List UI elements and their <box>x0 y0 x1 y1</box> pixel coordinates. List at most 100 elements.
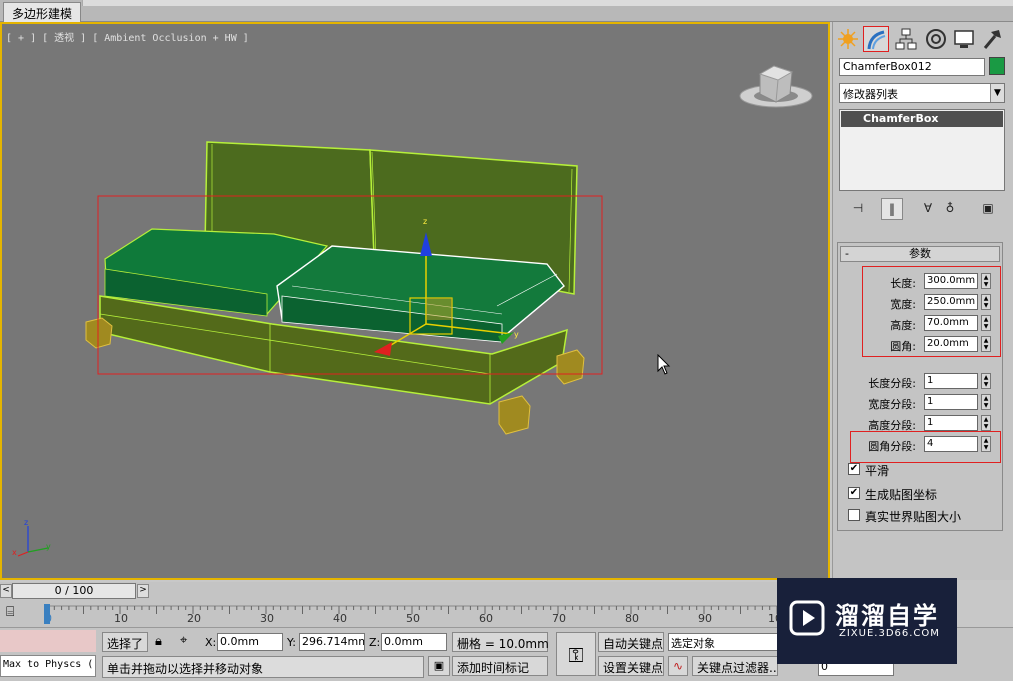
default-tangent-icon[interactable]: ∿ <box>668 656 688 676</box>
tick-label: 50 <box>406 612 420 625</box>
nav-axis-z: z <box>24 518 29 527</box>
hierarchy-icon[interactable] <box>893 26 919 52</box>
time-slider-thumb[interactable]: 0 / 100 <box>12 583 136 599</box>
spinner-icon[interactable]: ▲ ▼ <box>981 394 991 410</box>
set-key-button[interactable]: 设置关键点 <box>598 656 664 676</box>
show-end-result-icon[interactable]: ‖ <box>881 198 903 220</box>
command-panel: ChamferBox012 修改器列表 ▼ ChamferBox ⊣ ‖ ∀ ♁… <box>832 22 1013 580</box>
watermark-logo: 溜溜自学 ZIXUE.3D66.COM <box>777 578 957 664</box>
maxscript-listener-output[interactable] <box>0 630 96 652</box>
title-tab-bar: 多边形建模 <box>0 0 1013 22</box>
spinner-icon[interactable]: ▲ ▼ <box>981 415 991 431</box>
highlight-box-dimensions <box>862 266 1001 357</box>
modify-icon[interactable] <box>863 26 889 52</box>
tick-label: 70 <box>552 612 566 625</box>
x-label: X: <box>205 636 217 649</box>
watermark-title: 溜溜自学 <box>835 602 939 630</box>
tick-label: 0 <box>45 612 52 625</box>
collapse-icon: - <box>845 247 849 260</box>
curve-editor-icon[interactable]: ⌸ <box>6 604 26 622</box>
stack-toolbar: ⊣ ‖ ∀ ♁ ▣ <box>839 198 1005 220</box>
checkbox-real-world-box[interactable] <box>848 509 860 521</box>
chevron-down-icon[interactable]: ▼ <box>990 84 1004 102</box>
object-name-field[interactable]: ChamferBox012 <box>839 58 985 76</box>
watermark-url: ZIXUE.3D66.COM <box>839 628 940 639</box>
param-length-segs-input[interactable]: 1 <box>924 373 978 389</box>
play-logo-icon <box>789 600 825 636</box>
prompt-line: 单击并拖动以选择并移动对象 <box>102 656 424 678</box>
absolute-mode-icon[interactable]: ⌖ <box>180 633 187 648</box>
ribbon-strip <box>82 0 1013 6</box>
set-key-icon[interactable]: ⚿ <box>556 632 596 676</box>
checkbox-gen-mapping[interactable]: ✔ 生成贴图坐标 <box>848 486 1008 502</box>
selection-status: 选择了 <box>102 632 149 652</box>
tab-poly-modeling[interactable]: 多边形建模 <box>3 2 82 22</box>
gizmo-z-label: z <box>423 217 428 226</box>
sofa-model[interactable] <box>85 141 585 435</box>
object-color-swatch[interactable] <box>989 57 1005 75</box>
parameters-header[interactable]: - 参数 <box>840 246 1000 262</box>
gizmo-y-label: y <box>514 330 519 339</box>
viewport-scene <box>85 65 813 435</box>
next-frame-icon[interactable]: > <box>137 584 149 598</box>
tick-label: 30 <box>260 612 274 625</box>
modifier-list-label: 修改器列表 <box>843 88 898 101</box>
create-icon[interactable] <box>835 26 861 52</box>
tick-label: 20 <box>187 612 201 625</box>
tick-label: 90 <box>698 612 712 625</box>
checkbox-smooth-box[interactable]: ✔ <box>848 463 860 475</box>
checkbox-gen-mapping-label: 生成贴图坐标 <box>865 488 938 502</box>
checkbox-gen-mapping-box[interactable]: ✔ <box>848 487 860 499</box>
highlight-box-fillet-segs <box>850 431 1001 463</box>
y-coordinate-field[interactable]: 296.714mm <box>299 633 365 651</box>
make-unique-icon[interactable]: ∀ <box>917 198 939 220</box>
maxscript-listener-input[interactable]: Max to Physcs ( <box>0 655 96 677</box>
y-label: Y: <box>287 636 296 649</box>
tick-label: 80 <box>625 612 639 625</box>
display-icon[interactable] <box>951 26 977 52</box>
viewcube-icon[interactable] <box>739 65 813 108</box>
prev-frame-icon[interactable]: < <box>0 584 12 598</box>
key-mode-dropdown[interactable]: 选定对象 <box>668 633 778 651</box>
z-coordinate-field[interactable]: 0.0mm <box>381 633 447 651</box>
nav-axis-x: x <box>12 548 17 557</box>
checkbox-smooth-label: 平滑 <box>865 464 890 478</box>
tick-label: 10 <box>114 612 128 625</box>
perspective-viewport[interactable]: [ + ] [ 透视 ] [ Ambient Occlusion + HW ] … <box>0 22 830 580</box>
tick-label: 60 <box>479 612 493 625</box>
lock-selection-icon[interactable]: 🔒︎ <box>155 634 162 649</box>
pin-stack-icon[interactable]: ⊣ <box>847 198 869 220</box>
x-coordinate-field[interactable]: 0.0mm <box>217 633 283 651</box>
param-length-segs-label: 长度分段: <box>868 377 916 390</box>
spinner-icon[interactable]: ▲ ▼ <box>981 373 991 389</box>
time-tag-icon[interactable]: ▣ <box>428 656 450 676</box>
track-bar[interactable]: ⌸ 0 10 20 30 40 50 60 70 80 90 10 <box>0 600 830 627</box>
axis-tripod-icon <box>17 526 49 557</box>
parameters-rollout: - 参数 长度: 300.0mm ▲ ▼ 宽度: 250.0mm ▲ ▼ 高度: 7… <box>837 242 1003 531</box>
param-width-segs-input[interactable]: 1 <box>924 394 978 410</box>
remove-modifier-icon[interactable]: ♁ <box>939 198 961 220</box>
parameters-title: 参数 <box>909 247 931 260</box>
mouse-cursor-icon <box>657 354 671 375</box>
modifier-stack[interactable]: ChamferBox <box>839 109 1005 191</box>
param-width-segs: 宽度分段: 1 ▲ ▼ <box>838 394 1004 412</box>
add-time-tag-button[interactable]: 添加时间标记 <box>452 656 548 676</box>
configure-sets-icon[interactable]: ▣ <box>977 198 999 220</box>
z-label: Z: <box>369 636 381 649</box>
nav-axis-y: y <box>46 542 51 551</box>
key-filters-button[interactable]: 关键点过滤器... <box>692 656 778 676</box>
utilities-icon[interactable] <box>979 26 1005 52</box>
modifier-list-dropdown[interactable]: 修改器列表 ▼ <box>839 83 1005 103</box>
param-length-segs: 长度分段: 1 ▲ ▼ <box>838 373 1004 391</box>
checkbox-smooth[interactable]: ✔ 平滑 <box>848 462 1008 478</box>
auto-key-button[interactable]: 自动关键点 <box>598 632 664 652</box>
stack-item-chamferbox[interactable]: ChamferBox <box>841 111 1003 127</box>
motion-icon[interactable] <box>923 26 949 52</box>
param-height-segs-input[interactable]: 1 <box>924 415 978 431</box>
param-width-segs-label: 宽度分段: <box>868 398 916 411</box>
viewport-label[interactable]: [ + ] [ 透视 ] [ Ambient Occlusion + HW ] <box>6 29 249 44</box>
time-slider[interactable]: < 0 / 100 > <box>0 582 830 600</box>
grid-size-display: 栅格 = 10.0mm <box>452 632 549 652</box>
tick-label: 40 <box>333 612 347 625</box>
checkbox-real-world[interactable]: 真实世界贴图大小 <box>848 508 1008 524</box>
